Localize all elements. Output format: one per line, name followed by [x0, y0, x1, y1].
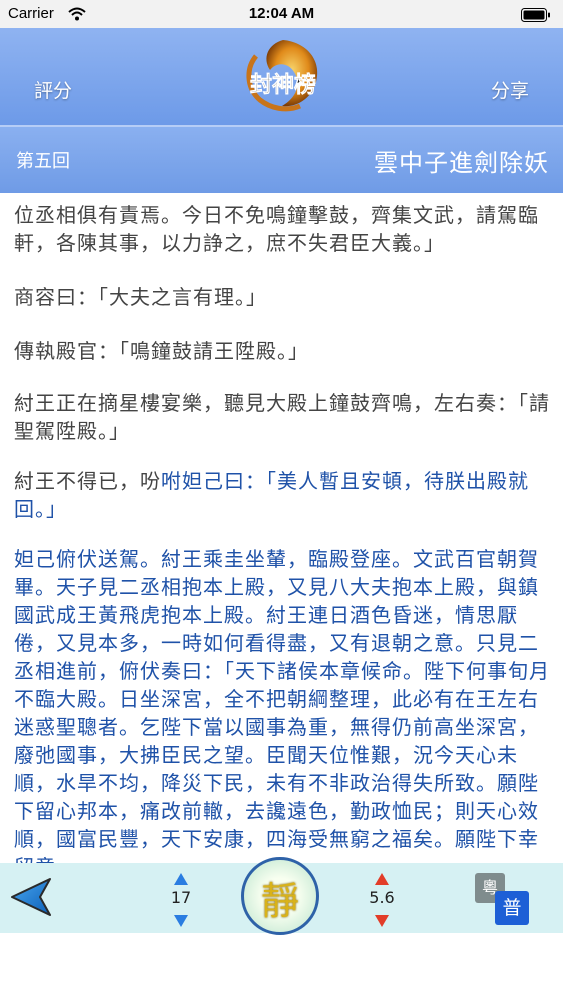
speed-down-icon[interactable]	[375, 912, 389, 931]
clock: 12:04 AM	[248, 5, 315, 22]
app-logo: 封神榜	[236, 36, 330, 118]
paragraph: 位丞相俱有責焉。今日不免鳴鐘擊鼓，齊集文武，請駕臨軒，各陳其事，以力諍之，庶不失…	[14, 203, 539, 255]
chapter-bar: 第五回 雲中子進劍除妖	[0, 125, 563, 193]
back-arrow-icon[interactable]	[10, 875, 54, 923]
mandarin-label: 普	[495, 891, 529, 925]
reading-content[interactable]: 位丞相俱有責焉。今日不免鳴鐘擊鼓，齊集文武，請駕臨軒，各陳其事，以力諍之，庶不失…	[0, 191, 563, 863]
paragraph: 紂王正在摘星樓宴樂，聽見大殿上鐘鼓齊鳴，左右奏：「請聖駕陞殿。」	[14, 391, 550, 443]
font-size-stepper: 17	[156, 866, 206, 930]
quiet-label: 靜	[260, 879, 299, 923]
bottom-toolbar: 17 靜 5.6 粵 普	[0, 857, 563, 935]
paragraph-current: 妲己俯伏送駕。紂王乘圭坐輦，臨殿登座。文武百官朝賀畢。天子見二丞相抱本上殿，又見…	[14, 547, 550, 863]
speed-value: 5.6	[369, 888, 395, 907]
speed-up-icon[interactable]	[375, 870, 389, 889]
share-button[interactable]: 分享	[491, 76, 529, 103]
rate-button[interactable]: 評分	[34, 76, 72, 103]
paragraph: 傳執殿官：「鳴鐘鼓請王陞殿。」	[14, 339, 309, 363]
font-size-value: 17	[170, 888, 192, 907]
app-header: 評分 封神榜 分享	[0, 28, 563, 125]
paragraph: 商容曰：「大夫之言有理。」	[14, 285, 267, 309]
svg-text:封神榜: 封神榜	[250, 72, 316, 98]
font-size-up-icon[interactable]	[174, 870, 188, 889]
quiet-mode-button[interactable]: 靜	[241, 857, 319, 935]
status-bar: Carrier 12:04 AM	[0, 0, 563, 28]
battery-icon	[521, 7, 551, 26]
chapter-number[interactable]: 第五回	[16, 147, 70, 173]
language-toggle[interactable]: 粵 普	[475, 873, 535, 927]
paragraph-text-read: 紂王不得已，吩	[14, 469, 161, 493]
font-size-down-icon[interactable]	[174, 912, 188, 931]
speed-stepper: 5.6	[357, 866, 407, 930]
paragraph: 紂王不得已，吩咐妲己曰：「美人暫且安頓，待朕出殿就回。」	[14, 467, 550, 523]
chapter-title: 雲中子進劍除妖	[374, 149, 549, 177]
